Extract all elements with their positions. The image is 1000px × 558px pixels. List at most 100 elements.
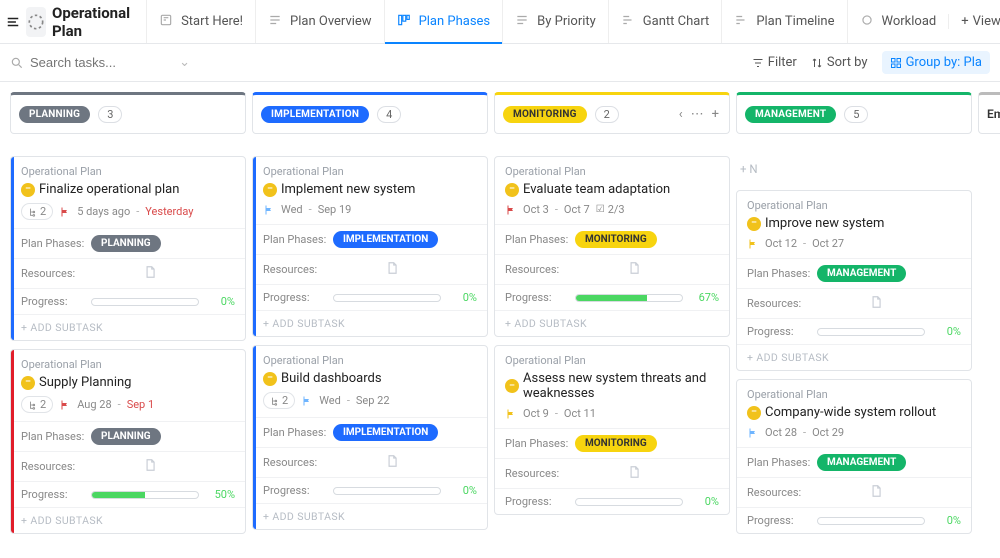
card-breadcrumb[interactable]: Operational Plan bbox=[263, 165, 477, 178]
progress-bar[interactable] bbox=[91, 298, 199, 306]
subtask-count[interactable]: 2 bbox=[21, 396, 53, 413]
progress-bar[interactable] bbox=[817, 517, 925, 525]
phase-tag[interactable]: MONITORING bbox=[575, 231, 657, 248]
new-task-button[interactable]: + N bbox=[736, 156, 972, 182]
resources-value[interactable] bbox=[869, 484, 883, 501]
priority-flag[interactable] bbox=[505, 408, 517, 420]
resources-value[interactable] bbox=[627, 465, 641, 482]
add-subtask-button[interactable]: + ADD SUBTASK bbox=[737, 344, 971, 370]
column-header[interactable]: MANAGEMENT5 bbox=[736, 92, 972, 134]
status-dot-icon[interactable] bbox=[505, 379, 519, 393]
flag-icon bbox=[59, 399, 71, 411]
column-header[interactable]: IMPLEMENTATION4 bbox=[252, 92, 488, 134]
field-label: Progress: bbox=[21, 488, 91, 501]
status-dot-icon[interactable] bbox=[747, 406, 761, 420]
field-label: Progress: bbox=[747, 325, 817, 338]
add-view-button[interactable]: +View bbox=[948, 14, 1000, 29]
progress-bar[interactable] bbox=[91, 491, 199, 499]
tab-workload[interactable]: Workload bbox=[847, 0, 949, 43]
progress-bar[interactable] bbox=[575, 294, 683, 302]
tab-start-here-[interactable]: Start Here! bbox=[146, 0, 255, 43]
card-breadcrumb[interactable]: Operational Plan bbox=[21, 358, 235, 371]
card-breadcrumb[interactable]: Operational Plan bbox=[505, 354, 719, 367]
resources-value[interactable] bbox=[385, 454, 399, 471]
progress-bar[interactable] bbox=[333, 487, 441, 495]
add-subtask-button[interactable]: + ADD SUBTASK bbox=[495, 310, 729, 336]
priority-flag[interactable] bbox=[747, 238, 759, 250]
task-card[interactable]: Operational PlanImplement new systemWed-… bbox=[252, 156, 488, 337]
resources-value[interactable] bbox=[143, 458, 157, 475]
card-breadcrumb[interactable]: Operational Plan bbox=[747, 199, 961, 212]
progress-bar[interactable] bbox=[817, 328, 925, 336]
card-breadcrumb[interactable]: Operational Plan bbox=[747, 388, 961, 401]
field-label: Plan Phases: bbox=[747, 456, 817, 469]
add-subtask-button[interactable]: + ADD SUBTASK bbox=[11, 507, 245, 533]
column-more-icon[interactable]: ⋯ bbox=[689, 107, 706, 122]
priority-flag[interactable] bbox=[505, 204, 517, 216]
task-card[interactable]: Operational PlanImprove new systemOct 12… bbox=[736, 190, 972, 371]
priority-flag[interactable] bbox=[59, 399, 71, 411]
field-row-phase: Plan Phases:MONITORING bbox=[495, 428, 729, 458]
phase-tag[interactable]: MONITORING bbox=[575, 435, 657, 452]
card-title: Supply Planning bbox=[39, 375, 131, 390]
status-dot-icon[interactable] bbox=[505, 183, 519, 197]
phase-tag[interactable]: MANAGEMENT bbox=[817, 265, 906, 282]
priority-flag[interactable] bbox=[747, 427, 759, 439]
task-card[interactable]: Operational PlanBuild dashboards2Wed-Sep… bbox=[252, 345, 488, 530]
checklist-count: 2/3 bbox=[596, 203, 625, 216]
add-subtask-button[interactable]: + ADD SUBTASK bbox=[253, 310, 487, 336]
filter-button[interactable]: Filter bbox=[752, 55, 797, 70]
sort-button[interactable]: Sort by bbox=[811, 55, 868, 70]
resources-value[interactable] bbox=[869, 295, 883, 312]
phase-tag[interactable]: MANAGEMENT bbox=[817, 454, 906, 471]
add-subtask-button[interactable]: + ADD SUBTASK bbox=[11, 314, 245, 340]
priority-flag[interactable] bbox=[263, 204, 275, 216]
task-card[interactable]: Operational PlanSupply Planning2Aug 28-S… bbox=[10, 349, 246, 534]
status-dot-icon[interactable] bbox=[263, 183, 277, 197]
phase-tag[interactable]: IMPLEMENTATION bbox=[333, 424, 438, 441]
tab-plan-phases[interactable]: Plan Phases bbox=[384, 0, 503, 43]
card-breadcrumb[interactable]: Operational Plan bbox=[263, 354, 477, 367]
card-breadcrumb[interactable]: Operational Plan bbox=[505, 165, 719, 178]
resources-value[interactable] bbox=[627, 261, 641, 278]
subtask-count[interactable]: 2 bbox=[21, 203, 53, 220]
field-label: Progress: bbox=[505, 495, 575, 508]
card-breadcrumb[interactable]: Operational Plan bbox=[21, 165, 235, 178]
status-dot-icon[interactable] bbox=[21, 376, 35, 390]
add-subtask-button[interactable]: + ADD SUBTASK bbox=[253, 503, 487, 529]
space-logo-icon[interactable] bbox=[26, 7, 46, 37]
column-header[interactable]: Em bbox=[978, 92, 1000, 134]
menu-toggle-icon[interactable] bbox=[6, 7, 20, 37]
subtask-tree-icon bbox=[28, 400, 38, 410]
subtask-count[interactable]: 2 bbox=[263, 392, 295, 409]
status-dot-icon[interactable] bbox=[263, 372, 277, 386]
phase-tag[interactable]: PLANNING bbox=[91, 235, 161, 252]
priority-flag[interactable] bbox=[59, 206, 71, 218]
tab-by-priority[interactable]: By Priority bbox=[502, 0, 608, 43]
progress-bar[interactable] bbox=[575, 498, 683, 506]
phase-tag[interactable]: IMPLEMENTATION bbox=[333, 231, 438, 248]
column-add-icon[interactable]: + bbox=[710, 107, 721, 122]
task-card[interactable]: Operational PlanFinalize operational pla… bbox=[10, 156, 246, 341]
resources-value[interactable] bbox=[385, 261, 399, 278]
priority-flag[interactable] bbox=[301, 395, 313, 407]
search-input[interactable] bbox=[30, 55, 150, 70]
phase-tag[interactable]: PLANNING bbox=[91, 428, 161, 445]
tab-plan-overview[interactable]: Plan Overview bbox=[255, 0, 384, 43]
status-dot-icon[interactable] bbox=[747, 217, 761, 231]
task-card[interactable]: Operational PlanAssess new system threat… bbox=[494, 345, 730, 515]
tab-gantt-chart[interactable]: Gantt Chart bbox=[608, 0, 722, 43]
status-dot-icon[interactable] bbox=[21, 183, 35, 197]
tab-plan-timeline[interactable]: Plan Timeline bbox=[721, 0, 846, 43]
column-header[interactable]: PLANNING3 bbox=[10, 92, 246, 134]
column-header[interactable]: MONITORING2‹⋯+ bbox=[494, 92, 730, 134]
group-by-button[interactable]: Group by: Pla bbox=[882, 51, 990, 74]
column-collapse-icon[interactable]: ‹ bbox=[677, 107, 685, 122]
task-card[interactable]: Operational PlanCompany-wide system roll… bbox=[736, 379, 972, 534]
column-badge: PLANNING bbox=[19, 106, 90, 123]
document-icon bbox=[385, 454, 399, 468]
task-card[interactable]: Operational PlanEvaluate team adaptation… bbox=[494, 156, 730, 337]
search-chevron-icon[interactable]: ⌄ bbox=[179, 55, 190, 70]
resources-value[interactable] bbox=[143, 265, 157, 282]
progress-bar[interactable] bbox=[333, 294, 441, 302]
